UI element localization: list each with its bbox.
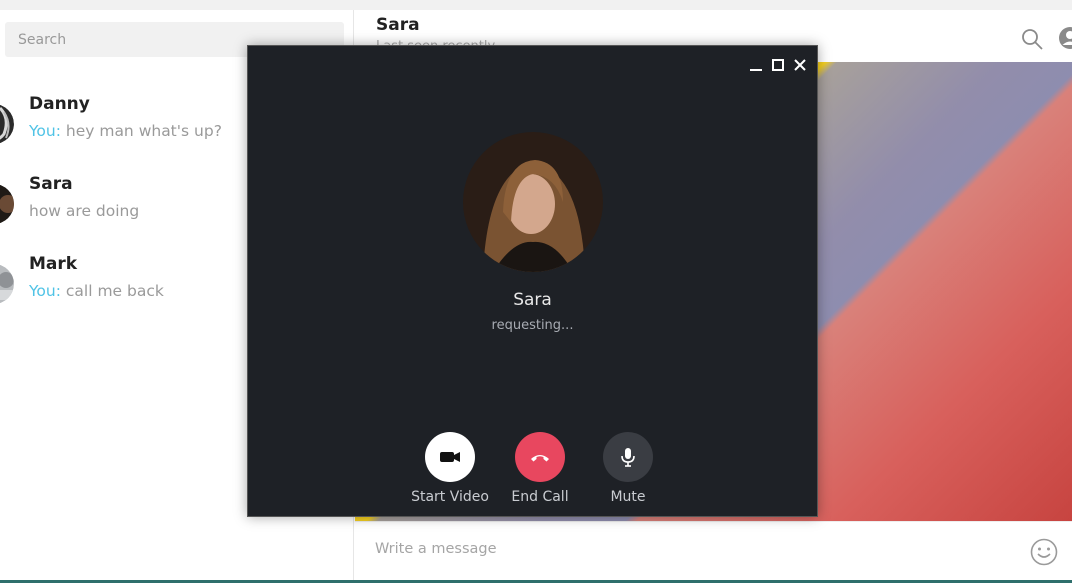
end-call-button[interactable] xyxy=(515,432,565,482)
microphone-icon xyxy=(621,448,635,467)
chat-preview-text: hey man what's up? xyxy=(60,122,222,140)
mute-button[interactable] xyxy=(603,432,653,482)
close-icon[interactable] xyxy=(791,56,809,74)
chat-name: Mark xyxy=(29,254,78,274)
chat-name: Sara xyxy=(29,174,73,194)
call-status: requesting... xyxy=(491,318,574,333)
caller-avatar xyxy=(463,132,603,272)
search-icon[interactable] xyxy=(1020,27,1044,51)
chat-name: Danny xyxy=(29,94,90,114)
you-prefix: You: xyxy=(29,122,61,140)
chat-preview: You: call me back xyxy=(29,282,164,300)
maximize-icon[interactable] xyxy=(769,56,787,74)
chat-preview-text: how are doing xyxy=(29,202,140,220)
avatar xyxy=(0,184,14,224)
phone-hangup-icon xyxy=(531,455,549,462)
video-camera-icon xyxy=(440,452,460,462)
call-window: Sara requesting... Start Video End Call … xyxy=(247,45,818,517)
top-strip xyxy=(0,0,1072,10)
minimize-icon[interactable] xyxy=(747,56,765,74)
profile-icon[interactable] xyxy=(1058,26,1072,50)
chat-preview-text: call me back xyxy=(60,282,164,300)
chat-preview: You: hey man what's up? xyxy=(29,122,222,140)
caller-name: Sara xyxy=(513,290,552,310)
emoji-icon[interactable] xyxy=(1029,537,1059,567)
you-prefix: You: xyxy=(29,282,61,300)
chat-preview: how are doing xyxy=(29,202,139,220)
mute-label: Mute xyxy=(610,489,646,505)
message-composer xyxy=(355,521,1072,581)
start-video-button[interactable] xyxy=(425,432,475,482)
avatar xyxy=(0,104,14,144)
message-input[interactable] xyxy=(363,534,1003,564)
avatar xyxy=(0,264,14,304)
chat-title: Sara xyxy=(376,15,420,35)
